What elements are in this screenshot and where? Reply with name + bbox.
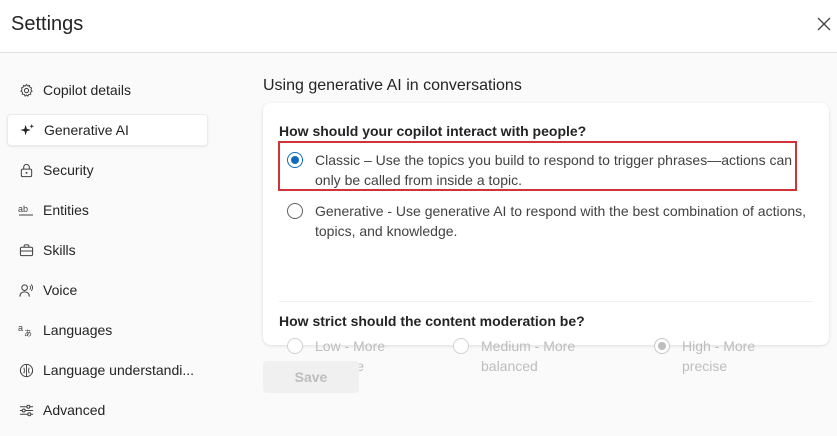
sidebar-item-skills[interactable]: Skills bbox=[7, 234, 208, 266]
sidebar-item-copilot-details[interactable]: Copilot details bbox=[7, 74, 208, 106]
option-medium-label: Medium - More balanced bbox=[481, 338, 576, 374]
option-generative-label: Generative - Use generative AI to respon… bbox=[315, 203, 807, 239]
sidebar-item-label: Security bbox=[43, 162, 94, 178]
sidebar-item-voice[interactable]: Voice bbox=[7, 274, 208, 306]
sidebar-item-advanced[interactable]: Advanced bbox=[7, 394, 208, 426]
sidebar-item-label: Skills bbox=[43, 242, 76, 258]
radio-medium[interactable] bbox=[453, 338, 469, 354]
settings-header: Settings bbox=[0, 0, 837, 53]
divider bbox=[279, 301, 813, 302]
settings-main: Using generative AI in conversations How… bbox=[240, 53, 837, 436]
moderation-question: How strict should the content moderation… bbox=[279, 313, 585, 329]
svg-text:a: a bbox=[18, 323, 23, 333]
svg-text:あ: あ bbox=[24, 329, 32, 338]
gear-icon bbox=[18, 82, 34, 98]
option-classic[interactable]: Classic – Use the topics you build to re… bbox=[287, 150, 807, 190]
option-medium[interactable]: Medium - More balanced bbox=[453, 336, 593, 376]
option-generative[interactable]: Generative - Use generative AI to respon… bbox=[287, 201, 807, 241]
language-icon: aあ bbox=[18, 322, 34, 338]
settings-sidebar: Copilot details Generative AI Security a… bbox=[0, 53, 240, 436]
sidebar-item-label: Language understandi... bbox=[43, 362, 195, 378]
sidebar-item-label: Voice bbox=[43, 282, 78, 298]
save-button[interactable]: Save bbox=[263, 361, 359, 393]
brain-icon bbox=[18, 362, 34, 378]
lock-icon bbox=[18, 162, 34, 178]
sidebar-item-language-understanding[interactable]: Language understandi... bbox=[7, 354, 208, 386]
generative-ai-card: How should your copilot interact with pe… bbox=[263, 103, 829, 374]
option-high-label: High - More precise bbox=[682, 338, 756, 374]
sidebar-item-label: Entities bbox=[43, 202, 89, 218]
sidebar-item-security[interactable]: Security bbox=[7, 154, 208, 186]
sidebar-item-languages[interactable]: aあ Languages bbox=[7, 314, 208, 346]
radio-low[interactable] bbox=[287, 338, 303, 354]
sidebar-item-entities[interactable]: ab Entities bbox=[7, 194, 208, 226]
sidebar-item-label: Generative AI bbox=[44, 122, 129, 138]
interaction-question: How should your copilot interact with pe… bbox=[279, 123, 587, 139]
svg-text:ab: ab bbox=[18, 204, 28, 214]
radio-high[interactable] bbox=[654, 338, 670, 354]
sliders-icon bbox=[18, 402, 34, 418]
voice-icon bbox=[18, 282, 34, 298]
option-classic-label: Classic – Use the topics you build to re… bbox=[315, 152, 793, 188]
sidebar-item-label: Advanced bbox=[43, 402, 106, 418]
radio-classic[interactable] bbox=[287, 152, 303, 168]
option-high[interactable]: High - More precise bbox=[654, 336, 774, 376]
entities-icon: ab bbox=[18, 202, 34, 218]
radio-generative[interactable] bbox=[287, 203, 303, 219]
briefcase-icon bbox=[18, 242, 34, 258]
close-icon[interactable] bbox=[814, 14, 834, 34]
sparkle-icon bbox=[19, 122, 35, 138]
sidebar-item-label: Languages bbox=[43, 322, 113, 338]
page-title: Settings bbox=[11, 13, 84, 35]
sidebar-item-generative-ai[interactable]: Generative AI bbox=[7, 114, 208, 146]
sidebar-item-label: Copilot details bbox=[43, 82, 131, 98]
section-title: Using generative AI in conversations bbox=[263, 77, 522, 94]
